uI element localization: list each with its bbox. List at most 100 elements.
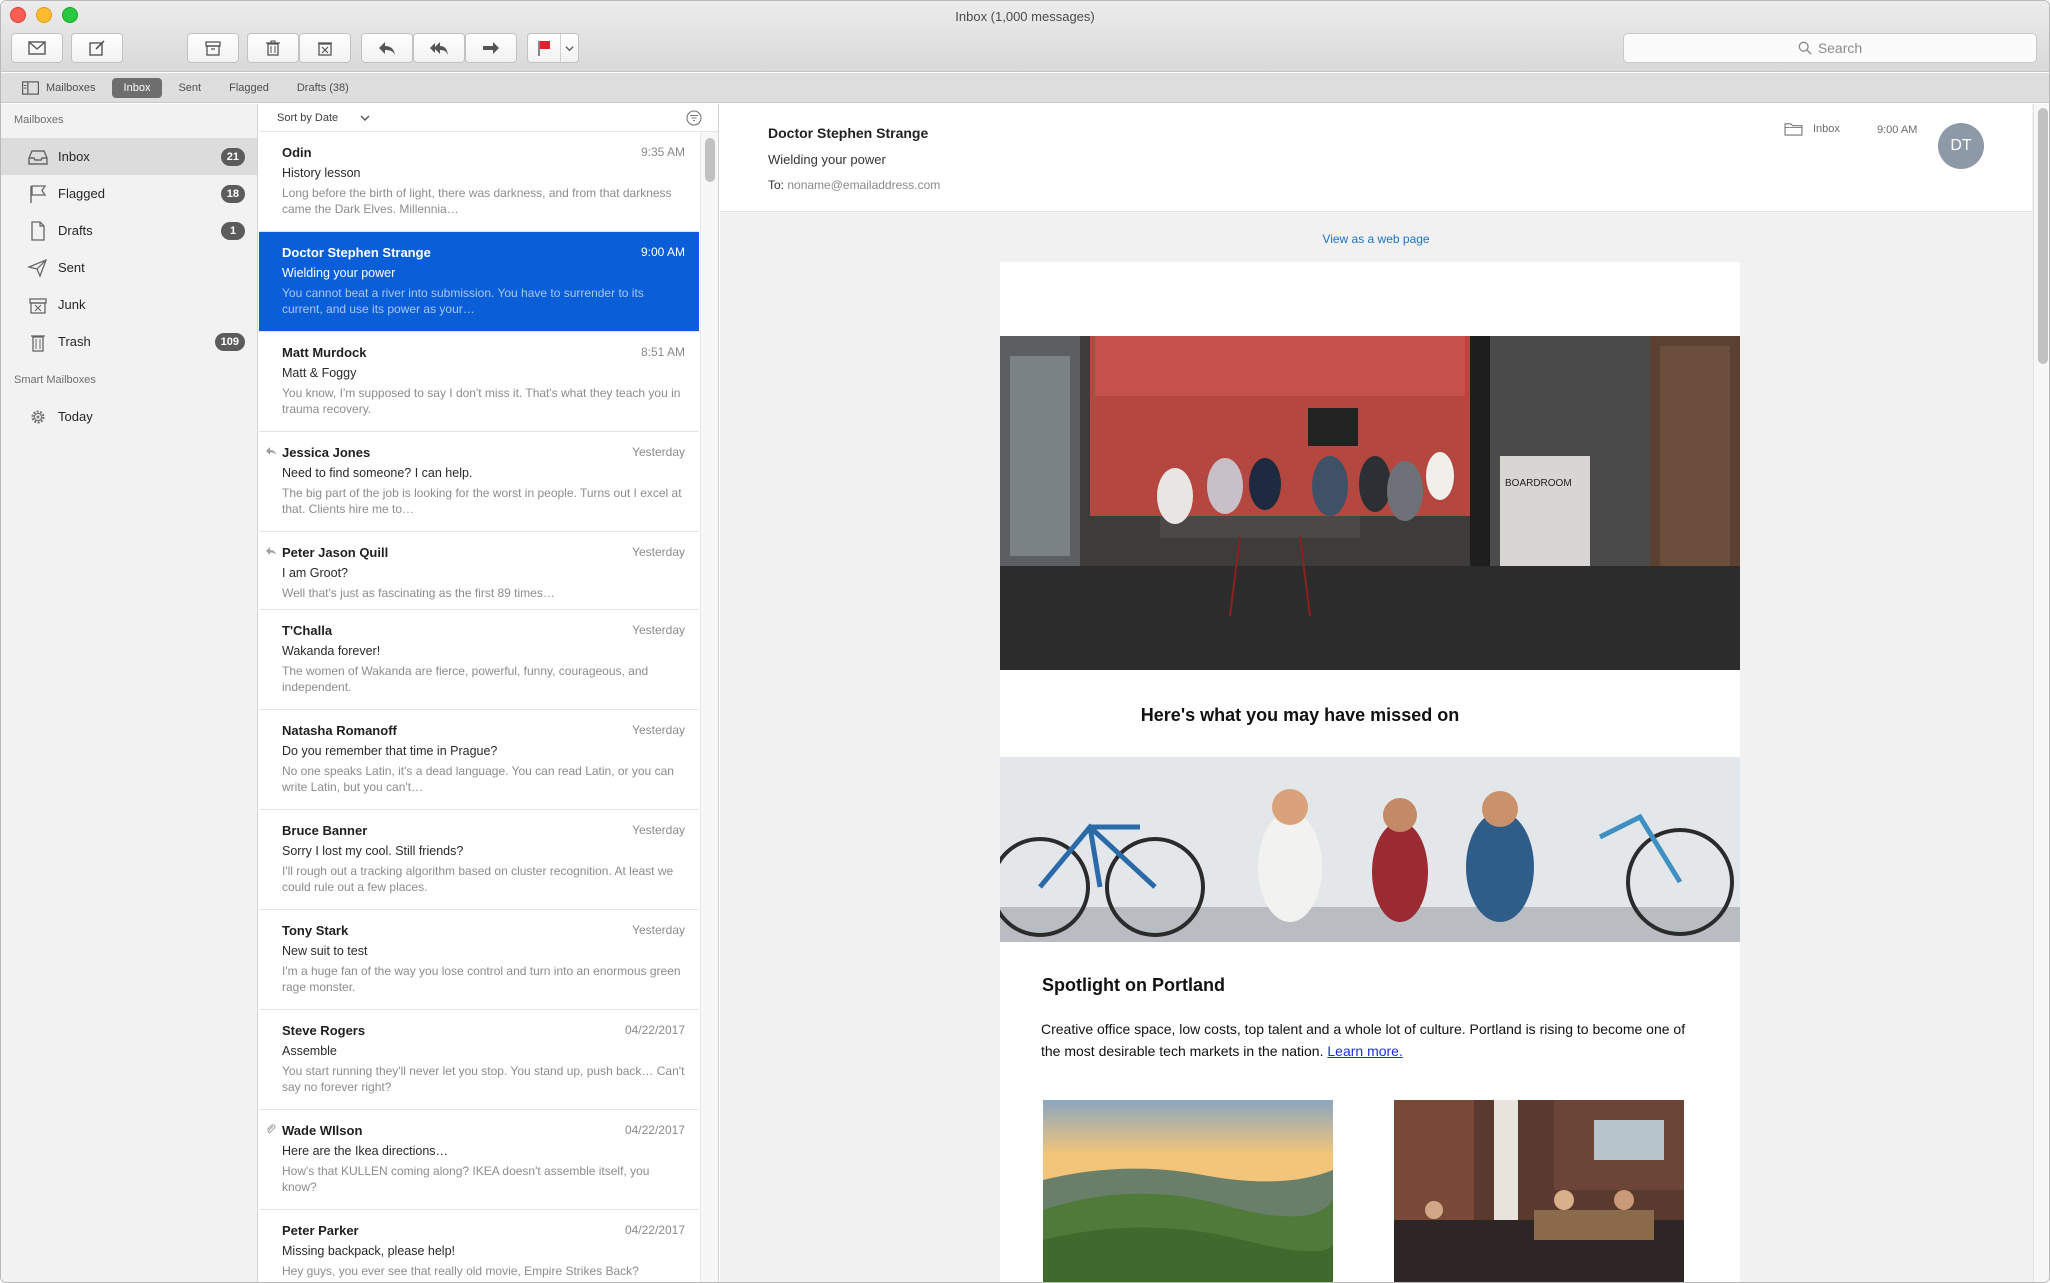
paper-plane-icon xyxy=(27,258,48,278)
message-preview: The big part of the job is looking for t… xyxy=(282,486,682,516)
compose-button[interactable] xyxy=(71,33,123,63)
sidebar-item-inbox[interactable]: Inbox 21 xyxy=(1,138,257,175)
reply-button[interactable] xyxy=(361,33,413,63)
scrollbar-thumb[interactable] xyxy=(705,138,715,182)
learn-more-link[interactable]: Learn more. xyxy=(1327,1043,1402,1059)
friends-with-bikes-photo xyxy=(1000,757,1740,942)
recipient-address[interactable]: noname@emailaddress.com xyxy=(787,178,940,192)
fav-flagged-label: Flagged xyxy=(229,81,269,94)
sidebar-item-label: Drafts xyxy=(58,223,93,238)
message-row[interactable]: T'Challa Yesterday Wakanda forever! The … xyxy=(259,610,699,710)
message-sender: Bruce Banner xyxy=(282,823,368,838)
message-preview: I'll rough out a tracking algorithm base… xyxy=(282,864,674,894)
sidebar-item-trash[interactable]: Trash 109 xyxy=(1,323,257,360)
message-row[interactable]: Natasha Romanoff Yesterday Do you rememb… xyxy=(259,710,699,810)
flag-button[interactable] xyxy=(527,33,579,63)
message-time: 9:00 AM xyxy=(640,245,685,259)
message-time: Yesterday xyxy=(632,923,685,937)
message-time: Yesterday xyxy=(632,545,685,559)
boardroom-photo: BOARDROOM xyxy=(1000,336,1740,670)
message-time: 04/22/2017 xyxy=(624,1223,685,1237)
fav-drafts[interactable]: Drafts (38) xyxy=(285,78,361,98)
view-as-web-page-link[interactable]: View as a web page xyxy=(720,232,2032,246)
reading-pane: Doctor Stephen Strange Wielding your pow… xyxy=(720,104,2049,1282)
message-subject: Here are the Ikea directions… xyxy=(282,1144,449,1158)
junk-button[interactable] xyxy=(299,33,351,63)
message-list-scrollbar[interactable] xyxy=(700,132,718,1282)
replied-icon xyxy=(266,547,276,555)
message-sender: Peter Parker xyxy=(282,1223,359,1238)
forward-arrow-icon xyxy=(483,42,499,54)
fav-sent[interactable]: Sent xyxy=(166,78,213,98)
message-subject: Need to find someone? I can help. xyxy=(282,466,473,480)
message-row[interactable]: Peter Parker 04/22/2017 Missing backpack… xyxy=(259,1210,699,1282)
message-row[interactable]: Tony Stark Yesterday New suit to test I'… xyxy=(259,910,699,1010)
message-preview: How's that KULLEN coming along? IKEA doe… xyxy=(282,1164,650,1194)
trash-count-badge: 109 xyxy=(214,333,245,351)
boardroom-sign: BOARDROOM xyxy=(1505,478,1572,489)
message-subject: Missing backpack, please help! xyxy=(282,1244,456,1258)
message-preview: No one speaks Latin, it's a dead languag… xyxy=(282,764,674,794)
reading-pane-scrollbar[interactable] xyxy=(2033,104,2049,1282)
sidebar-item-label: Inbox xyxy=(58,149,90,164)
sidebar-item-sent[interactable]: Sent xyxy=(1,249,257,286)
red-flag-icon xyxy=(538,41,550,56)
header-recipient: To: noname@emailaddress.com xyxy=(768,178,940,192)
sort-by-date-menu[interactable]: Sort by Date xyxy=(277,112,338,124)
header-sender: Doctor Stephen Strange xyxy=(768,125,929,141)
message-rows: Odin 9:35 AM History lesson Long before … xyxy=(259,132,718,1282)
message-row[interactable]: Steve Rogers 04/22/2017 Assemble You sta… xyxy=(259,1010,699,1110)
envelope-icon xyxy=(28,41,46,55)
message-preview: You start running they'll never let you … xyxy=(282,1064,685,1094)
portland-hills-photo xyxy=(1043,1100,1333,1282)
message-row[interactable]: Jessica Jones Yesterday Need to find som… xyxy=(259,432,699,532)
message-row[interactable]: Bruce Banner Yesterday Sorry I lost my c… xyxy=(259,810,699,910)
message-row[interactable]: Peter Jason Quill Yesterday I am Groot? … xyxy=(259,532,699,610)
search-field[interactable]: Search xyxy=(1623,33,2037,63)
compose-icon xyxy=(89,40,105,56)
scrollbar-thumb[interactable] xyxy=(2038,108,2048,364)
forward-button[interactable] xyxy=(465,33,517,63)
chevron-down-icon[interactable] xyxy=(360,113,370,123)
missed-heading: Here's what you may have missed on xyxy=(1140,705,1460,725)
to-label: To: xyxy=(768,178,785,192)
message-row-selected[interactable]: Doctor Stephen Strange 9:00 AM Wielding … xyxy=(259,232,699,332)
office-illustration xyxy=(1394,1100,1684,1282)
fav-sent-label: Sent xyxy=(178,81,202,94)
fav-inbox-label: Inbox xyxy=(123,81,151,94)
message-time: 04/22/2017 xyxy=(624,1123,685,1137)
fav-flagged[interactable]: Flagged xyxy=(217,78,281,98)
mailboxes-header: Mailboxes xyxy=(14,114,64,126)
filter-icon[interactable] xyxy=(686,110,702,126)
mail-window: Inbox (1,000 messages) Search Mailboxes … xyxy=(0,0,2050,1283)
message-row[interactable]: Matt Murdock 8:51 AM Matt & Foggy You kn… xyxy=(259,332,699,432)
message-sender: Jessica Jones xyxy=(282,445,371,460)
sidebar-item-junk[interactable]: Junk xyxy=(1,286,257,323)
avatar: DT xyxy=(1938,123,1984,169)
reply-all-button[interactable] xyxy=(413,33,465,63)
get-mail-button[interactable] xyxy=(11,33,63,63)
sidebar-item-flagged[interactable]: Flagged 18 xyxy=(1,175,257,212)
sidebar-item-drafts[interactable]: Drafts 1 xyxy=(1,212,257,249)
email-body: BOARDROOM Here's what you may have misse… xyxy=(1000,262,1740,1282)
message-preview: Long before the birth of light, there wa… xyxy=(282,186,672,216)
drafts-count-badge: 1 xyxy=(221,222,245,240)
fav-drafts-label: Drafts (38) xyxy=(296,81,349,94)
message-sender: Doctor Stephen Strange xyxy=(282,245,431,260)
delete-button[interactable] xyxy=(247,33,299,63)
fav-inbox[interactable]: Inbox xyxy=(111,77,163,98)
message-subject: New suit to test xyxy=(282,944,368,958)
flag-menu-chevron-icon[interactable] xyxy=(560,34,578,62)
message-subject: Assemble xyxy=(282,1044,337,1058)
message-row[interactable]: Odin 9:35 AM History lesson Long before … xyxy=(259,132,699,232)
fav-mailboxes[interactable]: Mailboxes xyxy=(9,78,108,98)
junk-icon xyxy=(318,42,332,56)
paperclip-icon xyxy=(267,1124,276,1134)
message-subject: Wakanda forever! xyxy=(282,644,381,658)
archive-button[interactable] xyxy=(187,33,239,63)
message-row[interactable]: Wade WIlson 04/22/2017 Here are the Ikea… xyxy=(259,1110,699,1210)
sidebar-item-label: Today xyxy=(58,409,93,424)
sidebar-item-today[interactable]: Today xyxy=(1,398,257,435)
trash-icon xyxy=(31,335,45,352)
unread-count-badge: 21 xyxy=(220,148,245,166)
